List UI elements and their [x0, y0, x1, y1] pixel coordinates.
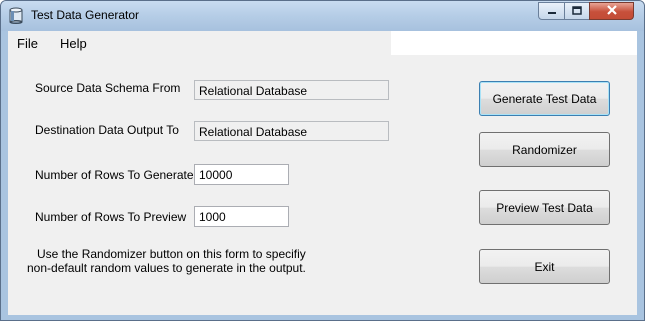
rows-to-generate-input[interactable]: 10000: [194, 164, 289, 185]
destination-output-field: Relational Database: [194, 121, 389, 141]
menu-help[interactable]: Help: [60, 36, 87, 51]
minimize-icon: [547, 2, 557, 20]
source-schema-field: Relational Database: [194, 80, 389, 100]
source-schema-label: Source Data Schema From: [35, 81, 181, 95]
randomizer-button[interactable]: Randomizer: [479, 132, 610, 167]
note-line-2: non-default random values to generate in…: [27, 261, 306, 275]
maximize-icon: [572, 2, 582, 20]
exit-button[interactable]: Exit: [479, 249, 610, 284]
rows-to-preview-input[interactable]: 1000: [194, 206, 289, 227]
preview-test-data-button[interactable]: Preview Test Data: [479, 190, 610, 225]
minimize-button[interactable]: [538, 2, 565, 20]
randomizer-note: Use the Randomizer button on this form t…: [27, 247, 306, 275]
generate-test-data-button[interactable]: Generate Test Data: [479, 81, 610, 116]
form-body: Source Data Schema From Relational Datab…: [8, 55, 637, 315]
menu-bar: File Help: [8, 31, 637, 55]
app-window: Test Data Generator File Help Source Dat…: [0, 0, 645, 321]
note-line-1: Use the Randomizer button on this form t…: [37, 247, 306, 261]
close-button[interactable]: [589, 2, 634, 20]
menu-strip: File Help: [8, 31, 391, 55]
rows-to-generate-label: Number of Rows To Generate: [35, 168, 194, 182]
rows-to-preview-label: Number of Rows To Preview: [35, 210, 187, 224]
title-bar[interactable]: Test Data Generator: [1, 1, 644, 31]
window-title: Test Data Generator: [31, 8, 140, 22]
database-icon: [9, 7, 23, 24]
menu-file[interactable]: File: [17, 36, 38, 51]
close-icon: [606, 2, 618, 20]
destination-output-label: Destination Data Output To: [35, 123, 179, 137]
maximize-button[interactable]: [564, 2, 590, 20]
